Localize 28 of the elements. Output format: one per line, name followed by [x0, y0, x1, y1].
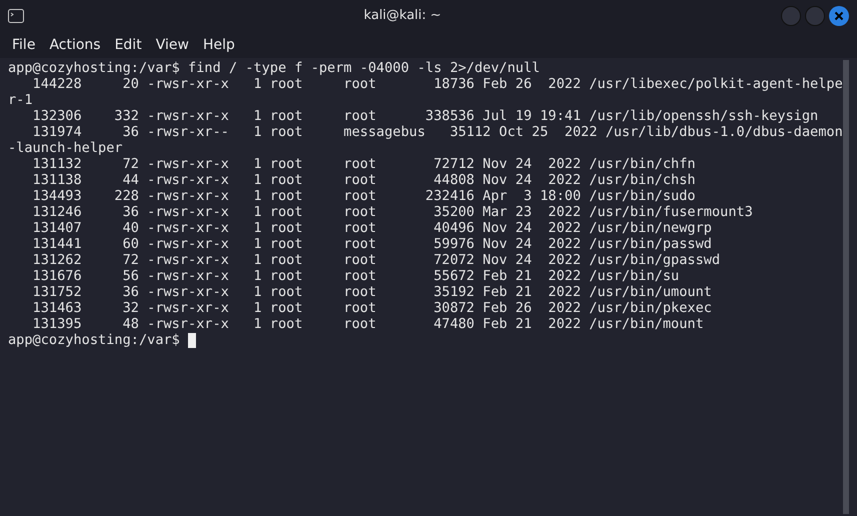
terminal-line: 131138 44 -rwsr-xr-x 1 root root 44808 Nov 24 2022 /usr/bin/chsh [32, 172, 696, 188]
terminal-line: 134493 228 -rwsr-xr-x 1 root root 232416 Apr 3 18:00 /usr/bin/sudo [32, 188, 696, 204]
terminal-line: 131441 60 -rwsr-xr-x 1 root root 59976 Nov 24 2022 /usr/bin/passwd [32, 236, 712, 252]
window-title: kali@kali: ~ [364, 7, 442, 26]
menu-item[interactable]: Actions [43, 34, 107, 56]
terminal-line: 132306 332 -rwsr-xr-x 1 root root 338536 Jul 19 19:41 /usr/lib/openssh/ssh-keysign [32, 108, 818, 124]
menu-item[interactable]: View [150, 34, 195, 56]
close-icon [834, 11, 844, 21]
shell-prompt: app@cozyhosting:/var$ [8, 332, 180, 348]
terminal-line: -launch-helper [8, 140, 123, 156]
terminal-line: 131132 72 -rwsr-xr-x 1 root root 72712 Nov 24 2022 /usr/bin/chfn [32, 156, 696, 172]
terminal-line: 131752 36 -rwsr-xr-x 1 root root 35192 Feb 21 2022 /usr/bin/umount [32, 284, 712, 300]
terminal-line: r-1 [8, 92, 33, 108]
terminal-line: 131246 36 -rwsr-xr-x 1 root root 35200 Mar 23 2022 /usr/bin/fusermount3 [32, 204, 753, 220]
minimize-button[interactable] [781, 6, 801, 26]
terminal-line: 131395 48 -rwsr-xr-x 1 root root 47480 Feb 21 2022 /usr/bin/mount [32, 316, 704, 332]
terminal-icon [8, 9, 24, 23]
terminal-line: 131676 56 -rwsr-xr-x 1 root root 55672 Feb 21 2022 /usr/bin/su [32, 268, 680, 284]
menu-item[interactable]: Edit [108, 34, 148, 56]
terminal-line: 131262 72 -rwsr-xr-x 1 root root 72072 Nov 24 2022 /usr/bin/gpasswd [32, 252, 720, 268]
terminal-line: 131463 32 -rwsr-xr-x 1 root root 30872 Feb 26 2022 /usr/bin/pkexec [32, 300, 712, 316]
terminal-line: 131974 36 -rwsr-xr-- 1 root messagebus 35112 Oct 25 2022 /usr/lib/dbus-1.0/dbus-daemon [32, 124, 843, 140]
menu-item[interactable]: File [6, 34, 42, 56]
menu-item[interactable]: Help [196, 34, 241, 56]
terminal-line: 131407 40 -rwsr-xr-x 1 root root 40496 Nov 24 2022 /usr/bin/newgrp [32, 220, 712, 236]
terminal-line: 144228 20 -rwsr-xr-x 1 root root 18736 Feb 26 2022 /usr/libexec/polkit-agent-helpe [32, 76, 843, 92]
close-button[interactable] [829, 6, 849, 26]
terminal-line: app@cozyhosting:/var$ find / -type f -perm -04000 -ls 2>/dev/null [8, 60, 540, 76]
